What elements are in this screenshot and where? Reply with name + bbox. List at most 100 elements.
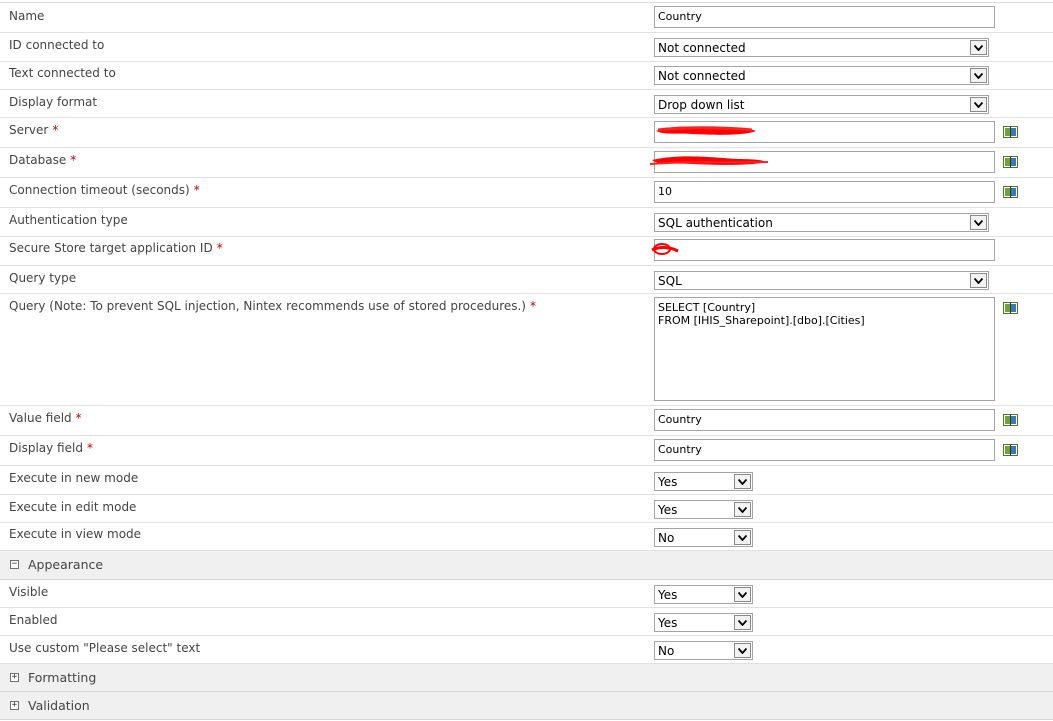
required-marker: * [193, 183, 200, 197]
custom-please-select-label: Use custom "Please select" text [9, 641, 201, 655]
expand-icon[interactable]: + [10, 673, 19, 682]
row-enabled: Enabled Yes [0, 608, 1053, 636]
connection-timeout-label-text: Connection timeout (seconds) [9, 183, 190, 197]
execute-edit-mode-select[interactable]: Yes [654, 500, 753, 519]
row-database: Database * [0, 148, 1053, 178]
visible-select[interactable]: Yes [654, 585, 753, 604]
section-validation[interactable]: + Validation [0, 692, 1053, 720]
execute-new-mode-select[interactable]: Yes [654, 472, 753, 491]
required-marker: * [216, 241, 223, 255]
lookup-book-icon[interactable] [1003, 443, 1018, 456]
required-marker: * [70, 153, 77, 167]
text-connected-to-value: Not connected [658, 69, 746, 83]
enabled-select[interactable]: Yes [654, 613, 753, 632]
row-connection-timeout: Connection timeout (seconds) * 10 [0, 178, 1053, 208]
required-marker: * [86, 441, 93, 455]
authentication-type-label: Authentication type [9, 213, 128, 227]
chevron-down-icon[interactable] [970, 68, 987, 83]
display-field-input[interactable]: Country [654, 439, 995, 461]
chevron-down-icon[interactable] [734, 530, 751, 545]
custom-please-select-value: No [658, 644, 675, 658]
chevron-down-icon[interactable] [734, 615, 751, 630]
query-label: Query (Note: To prevent SQL injection, N… [9, 299, 536, 313]
id-connected-to-select[interactable]: Not connected [654, 38, 989, 57]
chevron-down-icon[interactable] [970, 40, 987, 55]
display-format-label: Display format [9, 95, 98, 109]
chevron-down-icon[interactable] [970, 273, 987, 288]
custom-please-select-select[interactable]: No [654, 641, 753, 660]
display-field-label: Display field * [9, 441, 93, 455]
chevron-down-icon[interactable] [734, 587, 751, 602]
connection-timeout-label: Connection timeout (seconds) * [9, 183, 200, 197]
row-display-format: Display format Drop down list [0, 90, 1053, 118]
value-field-label: Value field * [9, 411, 82, 425]
query-textarea[interactable]: SELECT [Country] FROM [IHIS_Sharepoint].… [654, 297, 995, 401]
row-name: Name Country [0, 3, 1053, 33]
lookup-book-icon[interactable] [1003, 413, 1018, 426]
execute-view-mode-select[interactable]: No [654, 528, 753, 547]
display-format-value: Drop down list [658, 98, 745, 112]
row-query-type: Query type SQL [0, 266, 1053, 294]
connection-timeout-input[interactable]: 10 [654, 181, 995, 203]
execute-edit-mode-value: Yes [658, 503, 678, 517]
server-input[interactable] [654, 121, 995, 143]
execute-view-mode-label: Execute in view mode [9, 527, 142, 541]
section-appearance[interactable]: − Appearance [0, 551, 1053, 580]
chevron-down-icon[interactable] [734, 643, 751, 658]
row-server: Server * [0, 118, 1053, 148]
visible-label: Visible [9, 585, 49, 599]
row-visible: Visible Yes [0, 580, 1053, 608]
query-type-select[interactable]: SQL [654, 271, 989, 290]
chevron-down-icon[interactable] [970, 215, 987, 230]
row-display-field: Display field * Country [0, 436, 1053, 466]
server-label: Server * [9, 123, 58, 137]
row-execute-view-mode: Execute in view mode No [0, 523, 1053, 551]
authentication-type-select[interactable]: SQL authentication [654, 213, 989, 232]
text-connected-to-select[interactable]: Not connected [654, 66, 989, 85]
lookup-book-icon[interactable] [1003, 155, 1018, 168]
row-id-connected-to: ID connected to Not connected [0, 33, 1053, 62]
required-marker: * [75, 411, 82, 425]
authentication-type-value: SQL authentication [658, 216, 773, 230]
lookup-book-icon[interactable] [1003, 301, 1018, 314]
row-text-connected-to: Text connected to Not connected [0, 62, 1053, 90]
execute-edit-mode-label: Execute in edit mode [9, 500, 137, 514]
chevron-down-icon[interactable] [734, 502, 751, 517]
database-input[interactable] [654, 151, 995, 173]
execute-view-mode-value: No [658, 531, 675, 545]
row-authentication-type: Authentication type SQL authentication [0, 208, 1053, 237]
required-marker: * [52, 123, 59, 137]
row-secure-store: Secure Store target application ID * [0, 237, 1053, 266]
row-value-field: Value field * Country [0, 406, 1053, 436]
name-input[interactable]: Country [654, 6, 995, 28]
section-appearance-title: Appearance [28, 557, 104, 572]
secure-store-input[interactable] [654, 239, 995, 261]
secure-store-label: Secure Store target application ID * [9, 241, 223, 255]
secure-store-label-text: Secure Store target application ID [9, 241, 213, 255]
visible-value: Yes [658, 588, 678, 602]
lookup-book-icon[interactable] [1003, 125, 1018, 138]
row-custom-please-select: Use custom "Please select" text No [0, 636, 1053, 664]
row-execute-edit-mode: Execute in edit mode Yes [0, 495, 1053, 523]
value-field-input[interactable]: Country [654, 409, 995, 431]
text-connected-to-label: Text connected to [9, 66, 116, 80]
execute-new-mode-label: Execute in new mode [9, 471, 139, 485]
display-field-label-text: Display field [9, 441, 83, 455]
section-formatting[interactable]: + Formatting [0, 664, 1053, 692]
required-marker: * [530, 299, 536, 313]
enabled-label: Enabled [9, 613, 58, 627]
lookup-book-icon[interactable] [1003, 185, 1018, 198]
chevron-down-icon[interactable] [970, 97, 987, 112]
expand-icon[interactable]: + [10, 701, 19, 710]
query-label-text: Query (Note: To prevent SQL injection, N… [9, 299, 526, 313]
database-label: Database * [9, 153, 76, 167]
name-label: Name [9, 9, 45, 23]
section-formatting-title: Formatting [28, 670, 97, 685]
display-format-select[interactable]: Drop down list [654, 95, 989, 114]
row-query: Query (Note: To prevent SQL injection, N… [0, 294, 1053, 406]
collapse-icon[interactable]: − [10, 560, 19, 569]
server-label-text: Server [9, 123, 49, 137]
value-field-label-text: Value field [9, 411, 72, 425]
chevron-down-icon[interactable] [734, 474, 751, 489]
id-connected-to-value: Not connected [658, 41, 746, 55]
